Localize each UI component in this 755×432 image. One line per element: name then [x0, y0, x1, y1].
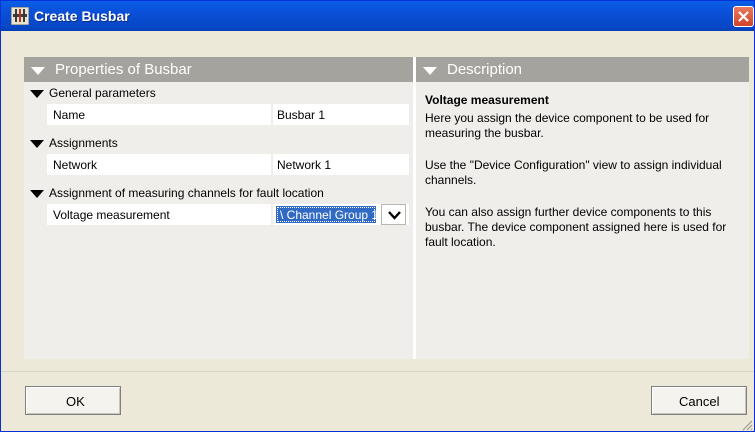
description-title: Voltage measurement	[425, 93, 549, 107]
network-value-field[interactable]: Network 1	[273, 154, 409, 175]
close-button[interactable]	[733, 6, 754, 27]
description-panel-header[interactable]: Description	[416, 57, 749, 82]
property-name: Voltage measurement	[47, 204, 271, 225]
ok-button[interactable]: OK	[25, 386, 121, 415]
selected-value[interactable]: \ Channel Group 1	[276, 206, 376, 223]
property-row-voltage-measurement: Voltage measurement \ Channel Group 1	[45, 204, 409, 225]
section-measuring-channels[interactable]: Assignment of measuring channels for fau…	[24, 183, 413, 203]
section-label: General parameters	[49, 86, 156, 100]
button-bar-separator	[1, 371, 754, 372]
property-name: Name	[47, 104, 271, 125]
chevron-down-icon	[388, 211, 401, 220]
section-assignments[interactable]: Assignments	[24, 133, 413, 153]
description-paragraph: You can also assign further device compo…	[425, 205, 727, 249]
voltage-measurement-select[interactable]: \ Channel Group 1	[273, 204, 409, 225]
description-paragraph: Here you assign the device component to …	[425, 111, 710, 140]
description-paragraph: Use the "Device Configuration" view to a…	[425, 158, 722, 187]
collapse-triangle-icon	[423, 67, 437, 75]
collapse-triangle-icon	[31, 67, 45, 75]
ok-label: OK	[66, 394, 85, 409]
collapse-triangle-icon	[30, 190, 44, 198]
dropdown-button[interactable]	[381, 204, 406, 225]
properties-panel: Properties of Busbar General parameters …	[24, 57, 413, 359]
name-value-field[interactable]: Busbar 1	[273, 104, 409, 125]
properties-panel-header[interactable]: Properties of Busbar	[24, 57, 413, 82]
collapse-triangle-icon	[30, 140, 44, 148]
description-panel: Description Voltage measurement Here you…	[416, 57, 749, 359]
property-row-name: Name Busbar 1	[45, 104, 409, 125]
collapse-triangle-icon	[30, 90, 44, 98]
properties-panel-title: Properties of Busbar	[55, 61, 192, 78]
description-panel-title: Description	[447, 61, 523, 78]
resize-grip-icon[interactable]	[741, 419, 753, 431]
section-label: Assignment of measuring channels for fau…	[49, 186, 324, 200]
cancel-button[interactable]: Cancel	[651, 386, 747, 415]
property-name: Network	[47, 154, 271, 175]
window-title: Create Busbar	[34, 8, 130, 24]
title-bar[interactable]: Create Busbar	[1, 1, 754, 31]
close-icon	[738, 11, 749, 22]
cancel-label: Cancel	[679, 394, 720, 409]
section-label: Assignments	[49, 136, 118, 150]
create-busbar-dialog: Create Busbar Properties of Busbar Gener…	[0, 0, 755, 432]
property-row-network: Network Network 1	[45, 154, 409, 175]
busbar-icon	[10, 6, 30, 26]
section-general-parameters[interactable]: General parameters	[24, 83, 413, 103]
